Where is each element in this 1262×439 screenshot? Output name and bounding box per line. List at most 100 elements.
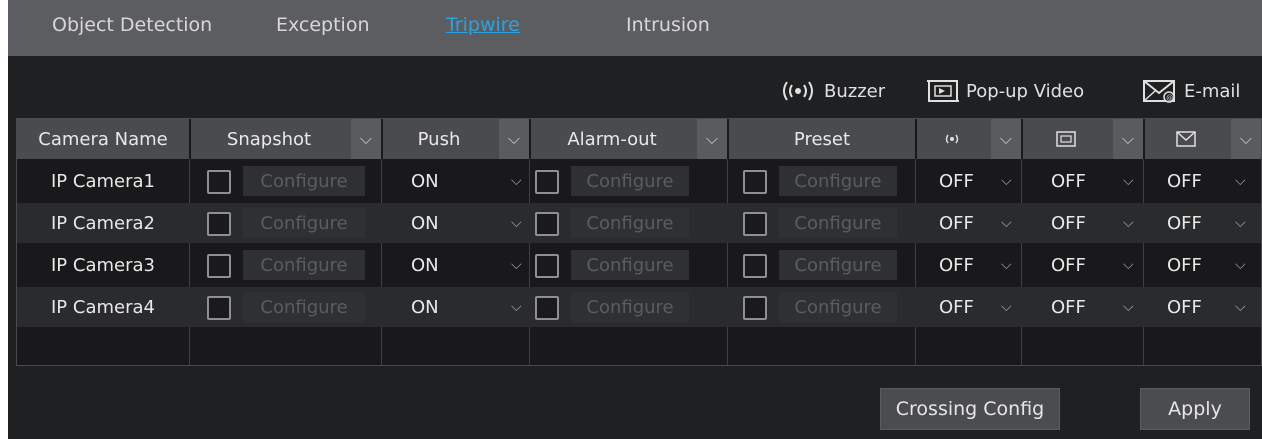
chevron-down-icon: ⌵ (1001, 299, 1012, 315)
email-select[interactable]: OFF ⌵ (1167, 203, 1261, 243)
chevron-down-icon: ⌵ (359, 129, 373, 148)
popup-video-select[interactable]: OFF ⌵ (1051, 287, 1143, 327)
preset-checkbox[interactable] (743, 296, 767, 320)
popup-video-icon (1056, 131, 1076, 147)
chevron-down-icon: ⌵ (1123, 257, 1134, 273)
chevron-down-icon: ⌵ (1123, 173, 1134, 189)
chevron-down-icon: ⌵ (1239, 129, 1253, 148)
snapshot-configure-button[interactable]: Configure (243, 250, 365, 280)
alarm-out-checkbox[interactable] (535, 170, 559, 194)
chevron-down-icon: ⌵ (1235, 257, 1246, 273)
alarm-out-checkbox[interactable] (535, 212, 559, 236)
snapshot-configure-button[interactable]: Configure (243, 208, 365, 238)
buzzer-select[interactable]: OFF ⌵ (939, 203, 1021, 243)
buzzer-icon (941, 132, 963, 146)
popup-video-label: Pop-up Video (966, 80, 1085, 102)
tab-intrusion[interactable]: Intrusion (626, 14, 710, 36)
popup-video-select[interactable]: OFF ⌵ (1051, 161, 1143, 201)
chevron-down-icon: ⌵ (705, 129, 719, 148)
chevron-down-icon: ⌵ (1001, 173, 1012, 189)
svg-text:@: @ (1166, 94, 1173, 102)
crossing-config-button[interactable]: Crossing Config (880, 388, 1060, 430)
table-row: IP Camera4 Configure ON ⌵ Configure Confi… (17, 287, 1261, 327)
chevron-down-icon: ⌵ (511, 173, 522, 189)
snapshot-header-dropdown[interactable]: ⌵ (351, 119, 381, 159)
chevron-down-icon: ⌵ (1001, 257, 1012, 273)
camera-name: IP Camera3 (51, 254, 155, 276)
email-header-dropdown[interactable]: ⌵ (1231, 119, 1261, 159)
email-icon: @ (1142, 78, 1178, 104)
chevron-down-icon: ⌵ (511, 299, 522, 315)
snapshot-configure-button[interactable]: Configure (243, 292, 365, 322)
tab-object-detection[interactable]: Object Detection (52, 14, 212, 36)
table-row: IP Camera1 Configure ON ⌵ Configure Confi… (17, 161, 1261, 201)
tab-tripwire[interactable]: Tripwire (446, 14, 520, 36)
alarm-out-header-dropdown[interactable]: ⌵ (697, 119, 727, 159)
camera-name: IP Camera1 (51, 170, 155, 192)
buzzer-icon (778, 81, 818, 101)
col-header-preset: Preset (729, 119, 915, 159)
preset-checkbox[interactable] (743, 212, 767, 236)
push-select[interactable]: ON ⌵ (411, 203, 529, 243)
snapshot-checkbox[interactable] (207, 296, 231, 320)
chevron-down-icon: ⌵ (1235, 299, 1246, 315)
chevron-down-icon: ⌵ (1121, 129, 1135, 148)
chevron-down-icon: ⌵ (1235, 173, 1246, 189)
alarm-out-configure-button[interactable]: Configure (571, 250, 689, 280)
push-select[interactable]: ON ⌵ (411, 245, 529, 285)
popup-video-legend: Pop-up Video (926, 76, 1084, 106)
preset-checkbox[interactable] (743, 170, 767, 194)
chevron-down-icon: ⌵ (1001, 215, 1012, 231)
preset-configure-button[interactable]: Configure (779, 250, 897, 280)
buzzer-select[interactable]: OFF ⌵ (939, 287, 1021, 327)
buzzer-label: Buzzer (824, 80, 886, 102)
preset-configure-button[interactable]: Configure (779, 166, 897, 196)
chevron-down-icon: ⌵ (1123, 299, 1134, 315)
camera-alarm-table: Camera Name Snapshot ⌵ Push ⌵ Alarm-out … (16, 118, 1262, 366)
email-select[interactable]: OFF ⌵ (1167, 287, 1261, 327)
table-row: IP Camera2 Configure ON ⌵ Configure Confi… (17, 203, 1261, 243)
popup-video-icon (926, 78, 960, 104)
buzzer-header-dropdown[interactable]: ⌵ (991, 119, 1021, 159)
alarm-out-checkbox[interactable] (535, 296, 559, 320)
chevron-down-icon: ⌵ (511, 257, 522, 273)
camera-name: IP Camera2 (51, 212, 155, 234)
push-header-dropdown[interactable]: ⌵ (499, 119, 529, 159)
alarm-out-configure-button[interactable]: Configure (571, 292, 689, 322)
table-row: IP Camera3 Configure ON ⌵ Configure Confi… (17, 245, 1261, 285)
alarm-out-checkbox[interactable] (535, 254, 559, 278)
preset-configure-button[interactable]: Configure (779, 292, 897, 322)
email-icon (1176, 131, 1196, 147)
email-legend: @ E-mail (1142, 76, 1240, 106)
tripwire-settings-window: Object Detection Exception Tripwire Intr… (8, 0, 1262, 439)
push-select[interactable]: ON ⌵ (411, 161, 529, 201)
chevron-down-icon: ⌵ (1123, 215, 1134, 231)
chevron-down-icon: ⌵ (999, 129, 1013, 148)
buzzer-legend: Buzzer (778, 76, 885, 106)
buzzer-select[interactable]: OFF ⌵ (939, 245, 1021, 285)
snapshot-configure-button[interactable]: Configure (243, 166, 365, 196)
preset-configure-button[interactable]: Configure (779, 208, 897, 238)
tab-bar: Object Detection Exception Tripwire Intr… (8, 0, 1262, 56)
chevron-down-icon: ⌵ (507, 129, 521, 148)
camera-name: IP Camera4 (51, 296, 155, 318)
snapshot-checkbox[interactable] (207, 212, 231, 236)
tab-exception[interactable]: Exception (276, 14, 370, 36)
buzzer-select[interactable]: OFF ⌵ (939, 161, 1021, 201)
alarm-out-configure-button[interactable]: Configure (571, 208, 689, 238)
email-select[interactable]: OFF ⌵ (1167, 161, 1261, 201)
popup-video-select[interactable]: OFF ⌵ (1051, 203, 1143, 243)
snapshot-checkbox[interactable] (207, 170, 231, 194)
chevron-down-icon: ⌵ (511, 215, 522, 231)
popup-video-select[interactable]: OFF ⌵ (1051, 245, 1143, 285)
email-select[interactable]: OFF ⌵ (1167, 245, 1261, 285)
apply-button[interactable]: Apply (1140, 388, 1250, 430)
popup-video-header-dropdown[interactable]: ⌵ (1113, 119, 1143, 159)
preset-checkbox[interactable] (743, 254, 767, 278)
col-header-camera-name: Camera Name (17, 119, 189, 159)
snapshot-checkbox[interactable] (207, 254, 231, 278)
email-label: E-mail (1184, 80, 1241, 102)
push-select[interactable]: ON ⌵ (411, 287, 529, 327)
alarm-out-configure-button[interactable]: Configure (571, 166, 689, 196)
chevron-down-icon: ⌵ (1235, 215, 1246, 231)
